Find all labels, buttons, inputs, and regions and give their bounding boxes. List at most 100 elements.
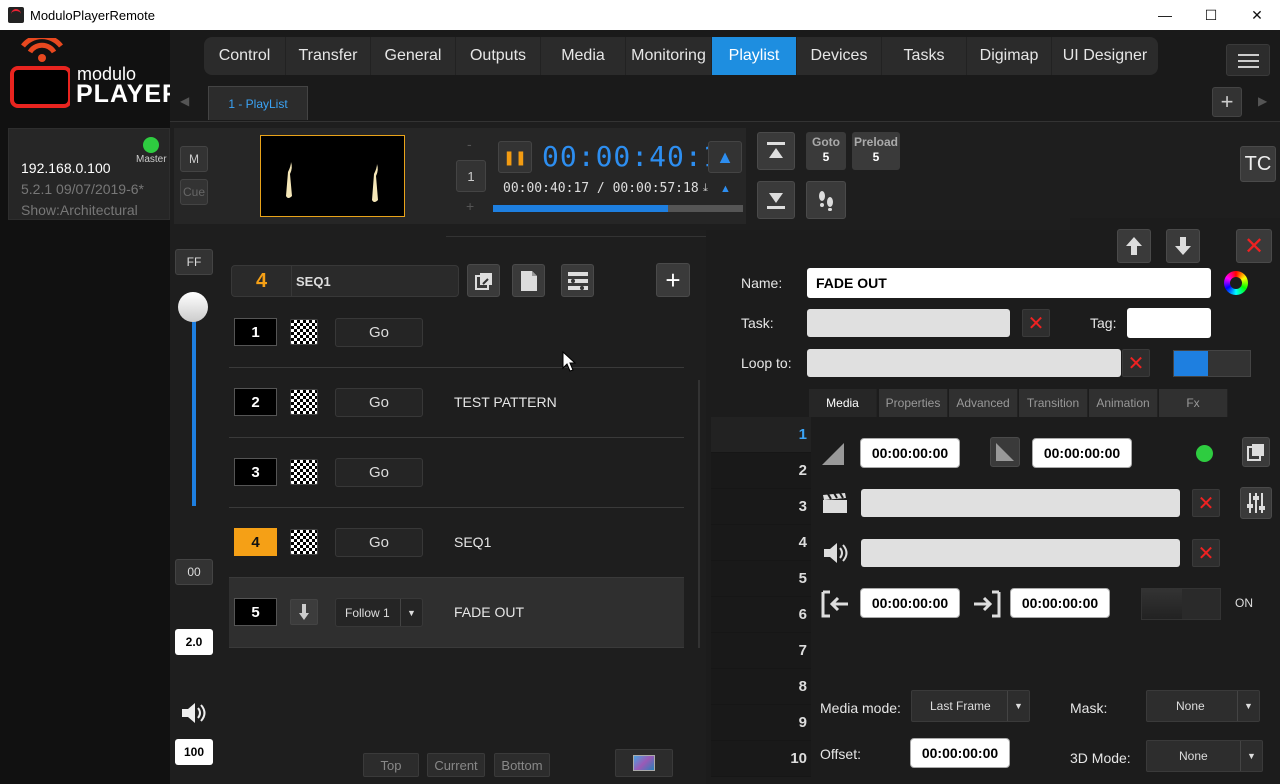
preload-button[interactable]: Preload 5: [852, 132, 900, 170]
cue-list-scrollbar[interactable]: [698, 380, 700, 648]
go-button[interactable]: Go: [335, 318, 423, 347]
maximize-button[interactable]: ☐: [1188, 0, 1234, 30]
clear-loop-icon[interactable]: ✕: [1122, 349, 1150, 377]
level-slider-handle[interactable]: [178, 292, 208, 322]
range-toggle[interactable]: [1141, 588, 1221, 620]
tab-general[interactable]: General: [371, 37, 456, 75]
fade-out-timecode[interactable]: 00:00:00:00: [1032, 438, 1132, 468]
tab-media-props[interactable]: Media: [809, 389, 877, 417]
cue-row[interactable]: 4 Go SEQ1: [229, 508, 684, 578]
task-input[interactable]: [807, 309, 1010, 337]
minimize-button[interactable]: —: [1142, 0, 1188, 30]
color-picker-icon[interactable]: [1224, 271, 1248, 295]
tab-scroll-left-icon[interactable]: ◀: [180, 94, 189, 108]
layer-item[interactable]: 2: [711, 453, 811, 489]
layer-item[interactable]: 4: [711, 525, 811, 561]
tab-playlist[interactable]: Playlist: [712, 37, 797, 75]
cue-index-field[interactable]: 1: [456, 160, 486, 192]
tab-digimap[interactable]: Digimap: [967, 37, 1052, 75]
tab-monitoring[interactable]: Monitoring: [626, 37, 712, 75]
offset-timecode[interactable]: 00:00:00:00: [910, 738, 1010, 768]
pause-button[interactable]: ❚❚: [498, 141, 532, 173]
cue-decrement-button[interactable]: -: [467, 136, 472, 152]
download-icon[interactable]: ⤓: [703, 182, 708, 195]
tab-devices[interactable]: Devices: [797, 37, 882, 75]
import-button[interactable]: [467, 264, 500, 297]
layer-item[interactable]: 6: [711, 597, 811, 633]
checkered-flag-icon[interactable]: [290, 389, 318, 415]
goto-button[interactable]: Goto 5: [806, 132, 846, 170]
tab-fx[interactable]: Fx: [1159, 389, 1228, 417]
fast-forward-button[interactable]: FF: [175, 249, 213, 275]
name-input[interactable]: FADE OUT: [807, 268, 1211, 298]
fade-in-timecode[interactable]: 00:00:00:00: [860, 438, 960, 468]
follow-dropdown[interactable]: Follow 1 ▼: [335, 598, 423, 627]
thumbnail-view-button[interactable]: [615, 749, 673, 777]
upload-icon[interactable]: ▲: [720, 183, 731, 195]
clear-media-icon[interactable]: ✕: [1192, 489, 1220, 517]
layer-item[interactable]: 7: [711, 633, 811, 669]
checkered-flag-icon[interactable]: [290, 529, 318, 555]
tab-tasks[interactable]: Tasks: [882, 37, 967, 75]
tab-scroll-right-icon[interactable]: ▶: [1258, 94, 1267, 108]
mute-button[interactable]: M: [180, 146, 208, 172]
sequence-header[interactable]: 4 SEQ1: [231, 265, 459, 297]
loop-toggle[interactable]: [1173, 350, 1251, 377]
mask-dropdown[interactable]: None ▼: [1146, 690, 1260, 722]
volume-field[interactable]: 100: [175, 739, 213, 765]
layer-item[interactable]: 3: [711, 489, 811, 525]
layer-item[interactable]: 1: [711, 417, 811, 453]
scroll-bottom-button[interactable]: Bottom: [494, 753, 550, 777]
settings-list-button[interactable]: [561, 264, 594, 297]
layer-item[interactable]: 10: [711, 741, 811, 777]
tab-ui-designer[interactable]: UI Designer: [1052, 37, 1158, 75]
speaker-icon[interactable]: [180, 700, 208, 731]
checkered-flag-icon[interactable]: [290, 319, 318, 345]
go-button[interactable]: Go: [335, 388, 423, 417]
fade-out-button[interactable]: [990, 437, 1020, 467]
tab-properties[interactable]: Properties: [879, 389, 948, 417]
eject-icon[interactable]: ▲: [708, 141, 742, 173]
move-down-button[interactable]: [1166, 229, 1200, 263]
follow-arrow-icon[interactable]: [290, 599, 318, 625]
go-button[interactable]: Go: [335, 528, 423, 557]
audio-file-input[interactable]: [861, 539, 1180, 567]
move-up-button[interactable]: [1117, 229, 1151, 263]
in-point-timecode[interactable]: 00:00:00:00: [860, 588, 960, 618]
tab-outputs[interactable]: Outputs: [456, 37, 541, 75]
go-button[interactable]: Go: [335, 458, 423, 487]
clear-audio-icon[interactable]: ✕: [1192, 539, 1220, 567]
server-info[interactable]: 192.168.0.100 5.2.1 09/07/2019-6* Show:A…: [8, 128, 170, 220]
cue-row[interactable]: 2 Go TEST PATTERN: [229, 368, 684, 438]
add-cue-icon[interactable]: +: [656, 263, 690, 297]
tab-control[interactable]: Control: [204, 37, 286, 75]
tab-advanced[interactable]: Advanced: [949, 389, 1018, 417]
layer-item[interactable]: 8: [711, 669, 811, 705]
delete-cue-icon[interactable]: ✕: [1236, 229, 1272, 263]
previous-cue-button[interactable]: [757, 132, 795, 170]
cue-row-selected[interactable]: 5 Follow 1 ▼ FADE OUT: [229, 578, 684, 648]
media-file-input[interactable]: [861, 489, 1180, 517]
tab-transfer[interactable]: Transfer: [286, 37, 371, 75]
tag-input[interactable]: [1127, 308, 1211, 338]
media-mode-dropdown[interactable]: Last Frame ▼: [911, 690, 1030, 722]
next-cue-button[interactable]: [757, 181, 795, 219]
tab-media[interactable]: Media: [541, 37, 626, 75]
tab-transition[interactable]: Transition: [1019, 389, 1088, 417]
cue-row[interactable]: 3 Go: [229, 438, 684, 508]
menu-icon[interactable]: [1226, 44, 1270, 76]
cue-button[interactable]: Cue: [180, 179, 208, 205]
cue-row[interactable]: 1 Go: [229, 298, 684, 368]
step-button[interactable]: [806, 181, 846, 219]
layer-item[interactable]: 5: [711, 561, 811, 597]
loop-to-input[interactable]: [807, 349, 1121, 377]
speed-field[interactable]: 2.0: [175, 629, 213, 655]
3d-mode-dropdown[interactable]: None ▼: [1146, 740, 1263, 772]
level-slider-track[interactable]: [192, 310, 196, 506]
scroll-top-button[interactable]: Top: [363, 753, 419, 777]
scroll-current-button[interactable]: Current: [427, 753, 485, 777]
layer-item[interactable]: 9: [711, 705, 811, 741]
cue-increment-button[interactable]: +: [466, 198, 474, 214]
tab-playlist-1[interactable]: 1 - PlayList: [208, 86, 308, 120]
clear-task-icon[interactable]: ✕: [1022, 309, 1050, 337]
